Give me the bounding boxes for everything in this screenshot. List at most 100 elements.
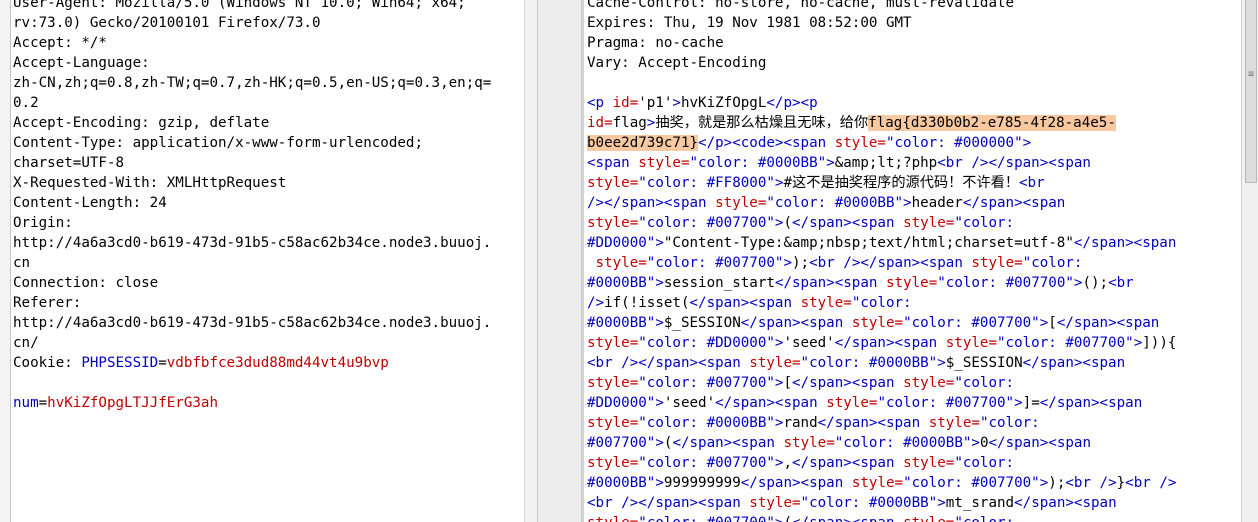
response-body-line: /></span><span style="color: #0000BB">he… bbox=[587, 193, 1241, 213]
response-header-line: Vary: Accept-Encoding bbox=[587, 53, 1241, 73]
html-attr-token: style= bbox=[587, 255, 647, 271]
response-header-line: Pragma: no-cache bbox=[587, 33, 1241, 53]
cookie-name: PHPSESSID bbox=[81, 355, 159, 371]
html-str-token: "color: #007700" bbox=[638, 455, 775, 471]
html-tag-token: </span><span bbox=[834, 335, 946, 351]
html-attr-token: style= bbox=[587, 515, 638, 522]
html-str-token: "color: bbox=[954, 455, 1015, 471]
html-str-token: "color: #0000BB" bbox=[800, 355, 938, 371]
html-tag-token: </span><span bbox=[962, 195, 1066, 211]
html-tag-token: /> bbox=[587, 295, 605, 311]
html-txt-token: mt_srand bbox=[945, 495, 1015, 511]
request-header-text: Referer: bbox=[13, 295, 82, 311]
html-str-token: "color: #007700" bbox=[638, 375, 775, 391]
html-tag-token: > bbox=[655, 315, 664, 331]
response-body-line: style="color: #FF8000">#这不是抽奖程序的源代码！不许看！… bbox=[587, 173, 1241, 193]
request-header-text: cn/ bbox=[13, 335, 39, 351]
html-str-token: "color: #FF8000" bbox=[638, 175, 775, 191]
response-body-line: #0000BB">session_start</span><span style… bbox=[587, 273, 1241, 293]
request-header-text: Content-Length: 24 bbox=[13, 195, 167, 211]
html-txt-token: #这不是抽奖程序的源代码！不许看！ bbox=[783, 175, 1020, 191]
request-header-line: Content-Type: application/x-www-form-url… bbox=[13, 133, 537, 153]
html-txt-token: } bbox=[1116, 475, 1126, 491]
request-header-text: http://4a6a3cd0-b619-473d-91b5-c58ac62b3… bbox=[13, 235, 492, 251]
html-tag-token: <p bbox=[587, 95, 613, 111]
html-str-token: "color: #007700" bbox=[877, 395, 1015, 411]
html-attr-token: style= bbox=[945, 335, 998, 351]
html-txt-token: $_SESSION bbox=[663, 315, 741, 331]
html-attr-token: style= bbox=[851, 475, 904, 491]
request-header-line: Accept-Encoding: gzip, deflate bbox=[13, 113, 537, 133]
request-header-line: User-Agent: Mozilla/5.0 (Windows NT 10.0… bbox=[13, 0, 537, 13]
html-tag-token: </span><span bbox=[988, 155, 1091, 171]
request-header-text: X-Requested-With: XMLHttpRequest bbox=[13, 175, 287, 191]
request-header-text: rv:73.0) Gecko/20100101 Firefox/73.0 bbox=[13, 15, 321, 31]
html-txt-token: (); bbox=[1082, 275, 1109, 291]
pane-splitter[interactable] bbox=[538, 0, 582, 522]
html-tag-token: > bbox=[655, 235, 664, 251]
request-scrollbar[interactable] bbox=[524, 0, 537, 522]
cookie-label: Cookie: bbox=[13, 355, 82, 371]
cookie-line: Cookie: PHPSESSID=vdbfbfce3dud88md44vt4u… bbox=[13, 353, 537, 373]
response-body-line: <br /></span><span style="color: #0000BB… bbox=[587, 493, 1241, 513]
html-str-token: #0000BB" bbox=[587, 275, 656, 291]
request-text[interactable]: User-Agent: Mozilla/5.0 (Windows NT 10.0… bbox=[13, 0, 537, 413]
html-tag-token: > bbox=[937, 355, 946, 371]
html-txt-token: "Content-Type:&amp;nbsp;text/html;charse… bbox=[663, 235, 1074, 251]
response-body-line: id=flag>抽奖，就是那么枯燥且无味，给你flag{d330b0b2-e78… bbox=[587, 113, 1241, 133]
response-text[interactable]: Cache-Control: no-store, no-cache, must-… bbox=[587, 0, 1241, 522]
html-tag-token: > bbox=[655, 435, 664, 451]
html-tag-token: > bbox=[1039, 475, 1049, 491]
html-txt-token: session_start bbox=[663, 275, 775, 291]
scrollbar-thumb[interactable]: ≡ bbox=[1245, 0, 1257, 183]
response-body-line: style="color: #007700">);<br /></span><s… bbox=[587, 253, 1241, 273]
html-str-token: "color: bbox=[954, 215, 1015, 231]
html-tag-token: </span><span bbox=[988, 435, 1092, 451]
response-scrollbar[interactable]: ≡ bbox=[1241, 0, 1258, 522]
html-attr-token: style= bbox=[903, 215, 955, 231]
html-str-token: "color: bbox=[851, 295, 912, 311]
request-header-line: X-Requested-With: XMLHttpRequest bbox=[13, 173, 537, 193]
html-tag-token: </span><span bbox=[817, 415, 929, 431]
response-pane[interactable]: Cache-Control: no-store, no-cache, must-… bbox=[582, 0, 1241, 522]
request-header-line: Accept: */* bbox=[13, 33, 537, 53]
request-header-text: 0.2 bbox=[13, 95, 39, 111]
html-tag-token: </span><span bbox=[774, 275, 886, 291]
html-hl-token: flag{d330b0b2-e785-4f28-a4e5- bbox=[868, 115, 1116, 131]
html-txt-token: 'seed' bbox=[663, 395, 716, 411]
html-tag-token: <code> bbox=[732, 135, 784, 151]
request-header-text: Accept-Language: bbox=[13, 55, 150, 71]
html-txt-token: ( bbox=[783, 515, 792, 522]
html-tag-token: > bbox=[937, 495, 946, 511]
request-header-line: Connection: close bbox=[13, 273, 537, 293]
html-tag-token: </span><span bbox=[672, 435, 784, 451]
request-header-line: cn/ bbox=[13, 333, 537, 353]
html-txt-token: ]= bbox=[1022, 395, 1040, 411]
html-str-token: #DD0000" bbox=[587, 235, 656, 251]
request-header-line: rv:73.0) Gecko/20100101 Firefox/73.0 bbox=[13, 13, 537, 33]
request-header-text: Accept: */* bbox=[13, 35, 107, 51]
html-txt-token: if(!isset( bbox=[604, 295, 690, 311]
html-str-token: "color: #007700" bbox=[903, 315, 1040, 331]
request-header-line: 0.2 bbox=[13, 93, 537, 113]
html-tag-token: </span><span bbox=[792, 375, 904, 391]
response-body-line: b0ee2d739c71}</p><code><span style="colo… bbox=[587, 133, 1241, 153]
response-body-line: style="color: #007700">[</span><span sty… bbox=[587, 373, 1241, 393]
html-tag-token: > bbox=[1022, 135, 1032, 151]
html-txt-token: &amp;lt;?php bbox=[834, 155, 938, 171]
response-gutter bbox=[582, 0, 584, 522]
html-str-token: "color: #007700" bbox=[937, 275, 1074, 291]
html-tag-token: <br bbox=[1019, 175, 1045, 191]
html-attr-token: id= bbox=[587, 115, 613, 131]
html-tag-token: </span><span bbox=[1022, 355, 1126, 371]
request-header-line: Origin: bbox=[13, 213, 537, 233]
response-header-text: Vary: Accept-Encoding bbox=[587, 55, 767, 71]
request-pane[interactable]: User-Agent: Mozilla/5.0 (Windows NT 10.0… bbox=[0, 0, 538, 522]
html-tag-token: > bbox=[655, 395, 664, 411]
html-txt-token: ])){ bbox=[1142, 335, 1177, 351]
html-txt-token: 抽奖，就是那么枯燥且无味，给你 bbox=[655, 115, 869, 131]
html-tag-token: </span><span bbox=[792, 515, 903, 522]
response-header-line: Expires: Thu, 19 Nov 1981 08:52:00 GMT bbox=[587, 13, 1241, 33]
html-txt-token: [ bbox=[1048, 315, 1057, 331]
